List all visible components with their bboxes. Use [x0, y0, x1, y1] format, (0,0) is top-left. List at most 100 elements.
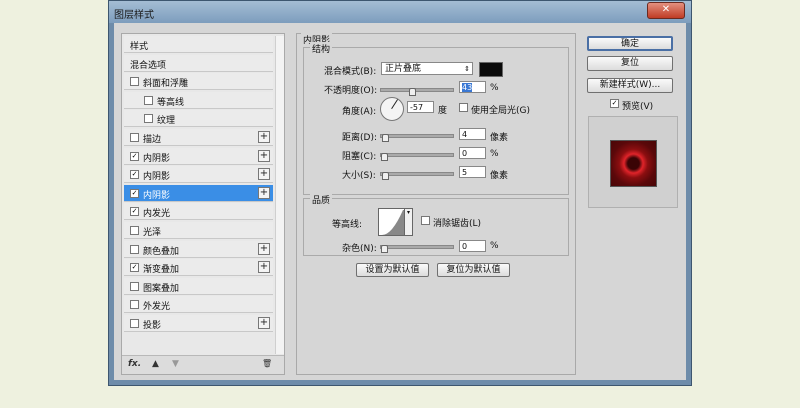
style-item[interactable]: 等高线 — [124, 91, 273, 109]
style-item-checkbox[interactable]: ✓ — [130, 151, 139, 161]
style-item-label: 图案叠加 — [143, 283, 180, 294]
distance-unit: 像素 — [490, 133, 509, 143]
style-item[interactable]: ✓ 渐变叠加 + — [124, 259, 273, 277]
contour-curve-icon — [379, 210, 405, 235]
style-item[interactable]: 混合选项 — [124, 54, 273, 72]
distance-input[interactable]: 4 — [459, 128, 486, 140]
style-list-footer: fx. ▲ ▼ 🗑 — [122, 355, 284, 374]
style-item-checkbox[interactable] — [130, 300, 139, 310]
global-light-label: 使用全局光(G) — [471, 106, 530, 116]
style-item-label: 外发光 — [143, 302, 171, 313]
fx-icon[interactable]: fx. — [128, 359, 141, 369]
style-item-checkbox[interactable] — [144, 114, 153, 124]
opacity-slider-thumb[interactable] — [409, 88, 416, 96]
new-style-button[interactable]: 新建样式(W)... — [587, 78, 673, 93]
style-item-label: 内发光 — [143, 209, 171, 220]
style-item[interactable]: 斜面和浮雕 — [124, 73, 273, 91]
reset-button[interactable]: 复位 — [587, 56, 673, 71]
angle-input[interactable]: -57 — [407, 101, 434, 113]
ok-button[interactable]: 确定 — [587, 36, 673, 51]
style-item[interactable]: ✓ 内阴影 + — [124, 166, 273, 184]
distance-slider[interactable] — [380, 134, 454, 142]
add-effect-icon[interactable]: + — [258, 168, 270, 181]
style-item-checkbox[interactable] — [130, 244, 139, 254]
style-item-checkbox[interactable] — [130, 133, 139, 142]
style-item[interactable]: ✓ 内阴影 + — [124, 147, 273, 165]
opacity-slider[interactable] — [380, 88, 454, 96]
style-item-checkbox[interactable]: ✓ — [130, 207, 139, 217]
add-effect-icon[interactable]: + — [258, 317, 270, 329]
antialias-checkbox[interactable] — [421, 216, 430, 225]
style-item-checkbox[interactable]: ✓ — [130, 188, 139, 198]
preview-checkbox[interactable]: ✓ — [610, 99, 619, 108]
global-light-checkbox[interactable] — [459, 103, 468, 112]
size-slider-thumb[interactable] — [382, 172, 389, 180]
add-effect-icon[interactable]: + — [258, 186, 270, 199]
layer-style-dialog: 图层样式 ✕ 样式 混合选项 斜面和浮雕 等高线 纹理 描边 + ✓ 内阴影 + ✓ 内阴影 + ✓ 内阴影… — [108, 0, 692, 386]
style-item-checkbox[interactable]: ✓ — [130, 263, 139, 273]
reset-default-button[interactable]: 复位为默认值 — [437, 263, 510, 277]
angle-unit: 度 — [438, 106, 448, 116]
style-item-checkbox[interactable] — [130, 319, 139, 328]
blend-mode-label: 混合模式(B): — [324, 67, 377, 77]
style-item-checkbox[interactable] — [130, 77, 139, 87]
distance-slider-thumb[interactable] — [382, 134, 389, 142]
noise-label: 杂色(N): — [342, 244, 377, 254]
style-item[interactable]: 样式 — [124, 36, 273, 53]
style-item[interactable]: 光泽 — [124, 222, 273, 239]
add-effect-icon[interactable]: + — [258, 131, 270, 143]
structure-title: 结构 — [310, 42, 333, 55]
blend-mode-select[interactable]: 正片叠底 ⇕ — [381, 62, 473, 75]
choke-slider[interactable] — [380, 153, 454, 161]
choke-input[interactable]: 0 — [459, 147, 486, 159]
style-item-checkbox[interactable]: ✓ — [130, 170, 139, 180]
add-effect-icon[interactable]: + — [258, 261, 270, 274]
move-up-icon[interactable]: ▲ — [152, 359, 159, 369]
style-list-scrollbar[interactable] — [275, 36, 284, 354]
choke-slider-thumb[interactable] — [381, 153, 388, 161]
choke-unit: % — [490, 149, 499, 159]
add-effect-icon[interactable]: + — [258, 149, 270, 162]
contour-picker[interactable] — [378, 208, 406, 236]
style-item[interactable]: 图案叠加 — [124, 277, 273, 295]
size-input[interactable]: 5 — [459, 166, 486, 178]
size-slider[interactable] — [380, 172, 454, 180]
blend-mode-value: 正片叠底 — [385, 64, 422, 74]
contour-label: 等高线: — [332, 220, 363, 230]
chevron-updown-icon: ⇕ — [464, 65, 470, 73]
shadow-color-swatch[interactable] — [479, 62, 503, 77]
antialias-label: 消除锯齿(L) — [433, 219, 482, 229]
close-button[interactable]: ✕ — [647, 2, 685, 19]
opacity-input[interactable]: 43 — [459, 81, 486, 93]
add-effect-icon[interactable]: + — [258, 242, 270, 255]
style-item[interactable]: 描边 + — [124, 129, 273, 146]
style-item[interactable]: 纹理 — [124, 110, 273, 128]
contour-dropdown-arrow[interactable]: ▾ — [404, 208, 413, 236]
noise-slider-thumb[interactable] — [381, 245, 388, 253]
style-item-checkbox[interactable] — [130, 226, 139, 235]
style-item-label: 混合选项 — [130, 60, 167, 71]
style-item-label: 等高线 — [157, 97, 185, 108]
set-default-button[interactable]: 设置为默认值 — [356, 263, 429, 277]
angle-dial[interactable] — [380, 97, 404, 121]
style-item-label: 内阴影 — [143, 153, 171, 164]
style-item-checkbox[interactable] — [144, 95, 153, 105]
move-down-icon[interactable]: ▼ — [172, 359, 179, 369]
style-item-label: 颜色叠加 — [143, 246, 180, 257]
style-item[interactable]: 投影 + — [124, 315, 273, 332]
style-item[interactable]: ✓ 内阴影 + — [124, 184, 273, 202]
style-item-checkbox[interactable] — [130, 281, 139, 291]
opacity-label: 不透明度(O): — [324, 86, 378, 96]
trash-icon[interactable]: 🗑 — [262, 359, 272, 368]
style-item[interactable]: ✓ 内发光 — [124, 203, 273, 221]
noise-slider[interactable] — [380, 245, 454, 253]
style-item[interactable]: 外发光 — [124, 296, 273, 314]
distance-label: 距离(D): — [342, 133, 377, 143]
quality-title: 品质 — [310, 193, 333, 206]
preview-label: 预览(V) — [622, 102, 654, 112]
inner-shadow-panel: 内阴影 结构 混合模式(B): 正片叠底 ⇕ 不透明度(O): 43 % 角度(… — [296, 33, 576, 375]
choke-label: 阻塞(C): — [342, 152, 377, 162]
style-item-label: 光泽 — [143, 228, 162, 238]
style-item[interactable]: 颜色叠加 + — [124, 240, 273, 258]
noise-input[interactable]: 0 — [459, 240, 486, 252]
